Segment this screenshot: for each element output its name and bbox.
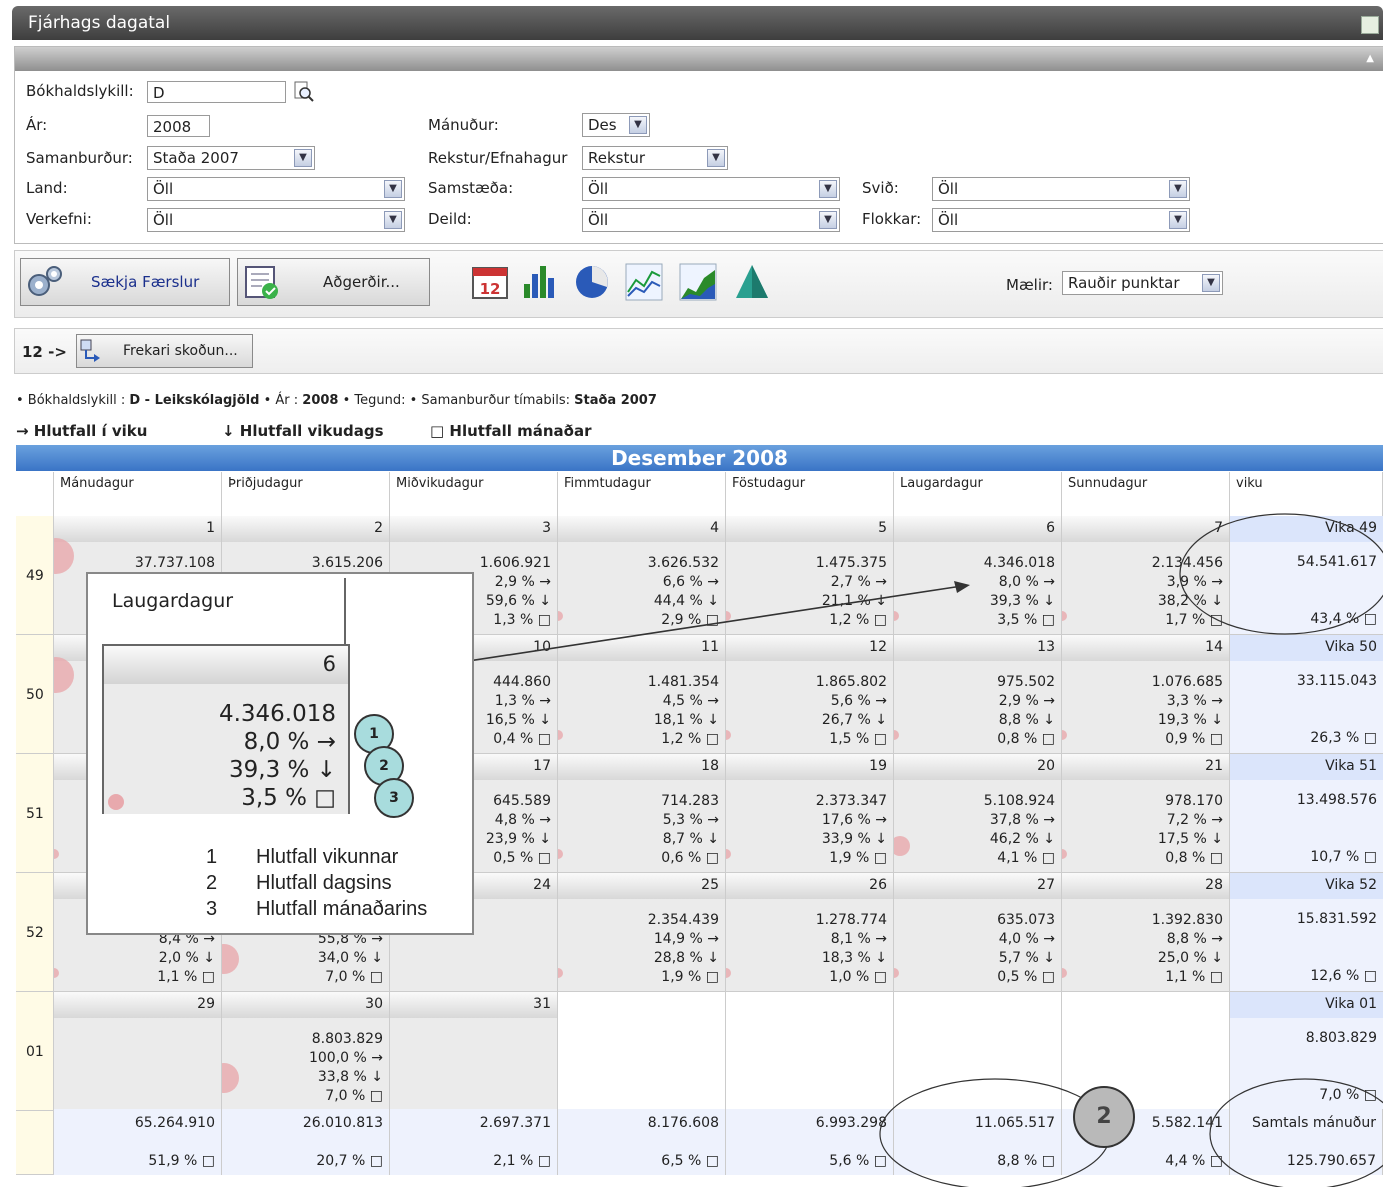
legend-text: Hlutfall mánaðarins [256, 898, 428, 920]
highlight-ellipse [1179, 513, 1383, 635]
popup-day-name: Laugardagur [112, 590, 234, 612]
legend-num: 1 [206, 846, 218, 868]
highlight-ellipse [1209, 1078, 1383, 1187]
legend-text: Hlutfall dagsins [256, 872, 392, 894]
legend-text: Hlutfall vikunnar [256, 846, 399, 868]
popup-cell: 6 4.346.018 8,0 % → 39,3 % ↓ 3,5 % □ [102, 644, 350, 814]
popup-week-pct: 8,0 % → [243, 729, 336, 755]
legend-num: 2 [206, 872, 218, 894]
annotation-popup: Laugardagur 6 4.346.018 8,0 % → 39,3 % ↓… [86, 572, 474, 935]
popup-day-num: 6 [104, 646, 348, 684]
number-badge-icon: 3 [374, 778, 414, 818]
popup-weekday-pct: 39,3 % ↓ [229, 757, 336, 783]
marker-badge-icon: 2 [1073, 1086, 1135, 1148]
popup-value: 4.346.018 [218, 701, 336, 727]
popup-month-pct: 3,5 % □ [241, 785, 336, 811]
arrowhead-icon [954, 581, 970, 593]
legend-num: 3 [206, 898, 218, 920]
marker-dot [108, 794, 124, 810]
highlight-ellipse [879, 1078, 1111, 1187]
popup-header: Laugardagur [102, 578, 346, 644]
